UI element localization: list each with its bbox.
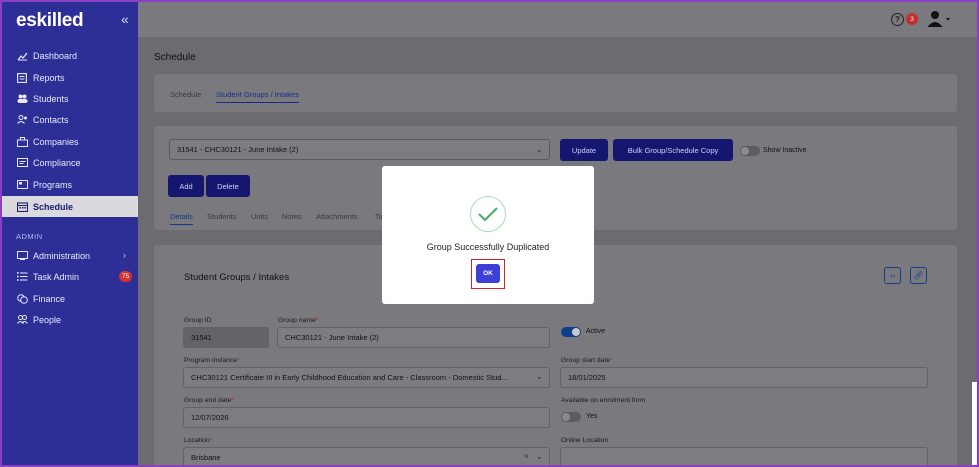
users-icon xyxy=(16,94,28,104)
brand-logo[interactable]: eskilled xyxy=(16,10,84,32)
sidebar-item-label: Schedule xyxy=(33,201,74,212)
programs-icon xyxy=(16,180,28,190)
sidebar-item-contacts[interactable]: Contacts xyxy=(2,109,138,130)
end-date-label: Group end date* xyxy=(184,397,234,404)
sidebar-item-reports[interactable]: Reports xyxy=(2,67,138,88)
sidebar-item-label: Compliance xyxy=(33,157,81,168)
sidebar-item-label: Administration xyxy=(33,250,91,261)
sidebar-item-label: Contacts xyxy=(33,114,69,125)
online-location-label: Online Location xyxy=(561,437,609,444)
calendar-icon xyxy=(16,201,28,212)
clear-icon[interactable]: × xyxy=(524,452,529,461)
enrolment-value: Yes xyxy=(586,413,598,420)
modal-message: Group Successfully Duplicated xyxy=(426,242,550,252)
group-name-field[interactable]: CHC30121 - June Intake (2) xyxy=(277,327,550,348)
tab-units[interactable]: Units xyxy=(251,212,268,221)
sidebar-item-administration[interactable]: Administration xyxy=(2,245,138,266)
online-location-field[interactable] xyxy=(560,447,928,465)
people-icon xyxy=(16,315,28,325)
update-button[interactable]: Update xyxy=(560,139,608,161)
report-icon xyxy=(16,72,28,83)
bulk-copy-button[interactable]: Bulk Group/Schedule Copy xyxy=(613,139,733,161)
active-toggle[interactable] xyxy=(561,327,581,337)
tab-details[interactable]: Details xyxy=(170,212,193,225)
sidebar-item-label: Programs xyxy=(33,179,73,190)
tab-schedule[interactable]: Schedule xyxy=(170,90,201,99)
sidebar-item-schedule[interactable]: Schedule xyxy=(2,196,138,217)
chevron-down-icon: ⌄ xyxy=(536,145,543,154)
coins-icon xyxy=(16,293,28,304)
end-date-field[interactable]: 12/07/2026 xyxy=(183,407,550,428)
program-instance-label: Program instance* xyxy=(184,357,240,364)
sidebar-item-label: Finance xyxy=(33,293,66,304)
sidebar-item-task-admin[interactable]: Task Admin xyxy=(2,266,138,287)
tab-student-groups[interactable]: Student Groups / Intakes xyxy=(216,90,299,103)
add-button[interactable]: Add xyxy=(168,175,204,197)
sidebar-item-programs[interactable]: Programs xyxy=(2,174,138,195)
success-check-icon xyxy=(470,196,506,232)
app-window: eskilled « Dashboard Reports Students Co… xyxy=(0,0,979,467)
active-label: Active xyxy=(586,328,606,335)
code-icon[interactable]: ‹› xyxy=(884,267,901,284)
collapse-sidebar-icon[interactable]: « xyxy=(121,11,129,27)
ok-button[interactable]: OK xyxy=(476,264,500,283)
program-instance-value: CHC30121 Certificate III in Early Childh… xyxy=(191,373,508,382)
user-avatar-icon xyxy=(927,11,950,27)
sidebar-item-finance[interactable]: Finance xyxy=(2,288,138,309)
page-title: Schedule xyxy=(154,52,196,63)
sidebar: eskilled « Dashboard Reports Students Co… xyxy=(2,2,138,465)
user-menu[interactable] xyxy=(927,10,951,33)
location-select[interactable]: Brisbane xyxy=(183,447,550,465)
help-icon[interactable]: ? xyxy=(891,13,904,26)
start-date-label: Group start date* xyxy=(561,357,613,364)
sidebar-item-label: Task Admin xyxy=(33,271,80,282)
sidebar-item-label: Dashboard xyxy=(33,50,78,61)
delete-button[interactable]: Delete xyxy=(206,175,250,197)
tab-notes[interactable]: Notes xyxy=(282,212,302,221)
tab-students[interactable]: Students xyxy=(207,212,237,221)
location-label: Location* xyxy=(184,437,213,444)
sidebar-item-label: Reports xyxy=(33,72,65,83)
enrolment-toggle[interactable] xyxy=(561,412,581,422)
task-count-badge: 75 xyxy=(119,271,132,282)
sidebar-item-label: Companies xyxy=(33,136,79,147)
link-icon[interactable]: 🔗︎ xyxy=(910,267,927,284)
location-value: Brisbane xyxy=(191,453,221,462)
group-select[interactable]: 31541 - CHC30121 - June Intake (2) xyxy=(169,139,550,160)
admin-icon xyxy=(16,251,28,261)
sidebar-item-people[interactable]: People xyxy=(2,309,138,330)
top-bar xyxy=(138,2,977,37)
chart-line-icon xyxy=(16,51,28,61)
sidebar-item-label: People xyxy=(33,314,62,325)
contacts-icon xyxy=(16,115,28,125)
sidebar-item-compliance[interactable]: Compliance xyxy=(2,152,138,173)
show-inactive-toggle[interactable] xyxy=(740,146,760,156)
start-date-field[interactable]: 18/01/2025 xyxy=(560,367,928,388)
companies-icon xyxy=(16,136,28,147)
sidebar-item-students[interactable]: Students xyxy=(2,88,138,109)
sidebar-item-dashboard[interactable]: Dashboard xyxy=(2,45,138,66)
group-name-label: Group name* xyxy=(278,317,319,324)
group-id-label: Group ID xyxy=(184,317,212,324)
admin-section-heading: ADMIN xyxy=(16,232,43,241)
chevron-right-icon: › xyxy=(123,250,126,260)
sidebar-item-label: Students xyxy=(33,93,69,104)
scrollbar-track[interactable] xyxy=(972,382,977,465)
program-instance-select[interactable]: CHC30121 Certificate III in Early Childh… xyxy=(183,367,550,388)
list-icon xyxy=(16,272,28,282)
compliance-icon xyxy=(16,158,28,168)
chevron-down-icon: ⌄ xyxy=(536,452,543,461)
group-id-field: 31541 xyxy=(183,327,269,348)
sidebar-item-companies[interactable]: Companies xyxy=(2,131,138,152)
chevron-down-icon: ⌄ xyxy=(536,372,543,381)
group-select-value: 31541 - CHC30121 - June Intake (2) xyxy=(177,145,299,154)
enrolment-label: Available on enrolment form xyxy=(561,397,646,404)
section-title: Student Groups / Intakes xyxy=(184,272,290,283)
show-inactive-label: Show Inactive xyxy=(763,147,807,154)
notification-badge: 3 xyxy=(906,13,918,25)
tab-attachments[interactable]: Attachments xyxy=(316,212,358,221)
